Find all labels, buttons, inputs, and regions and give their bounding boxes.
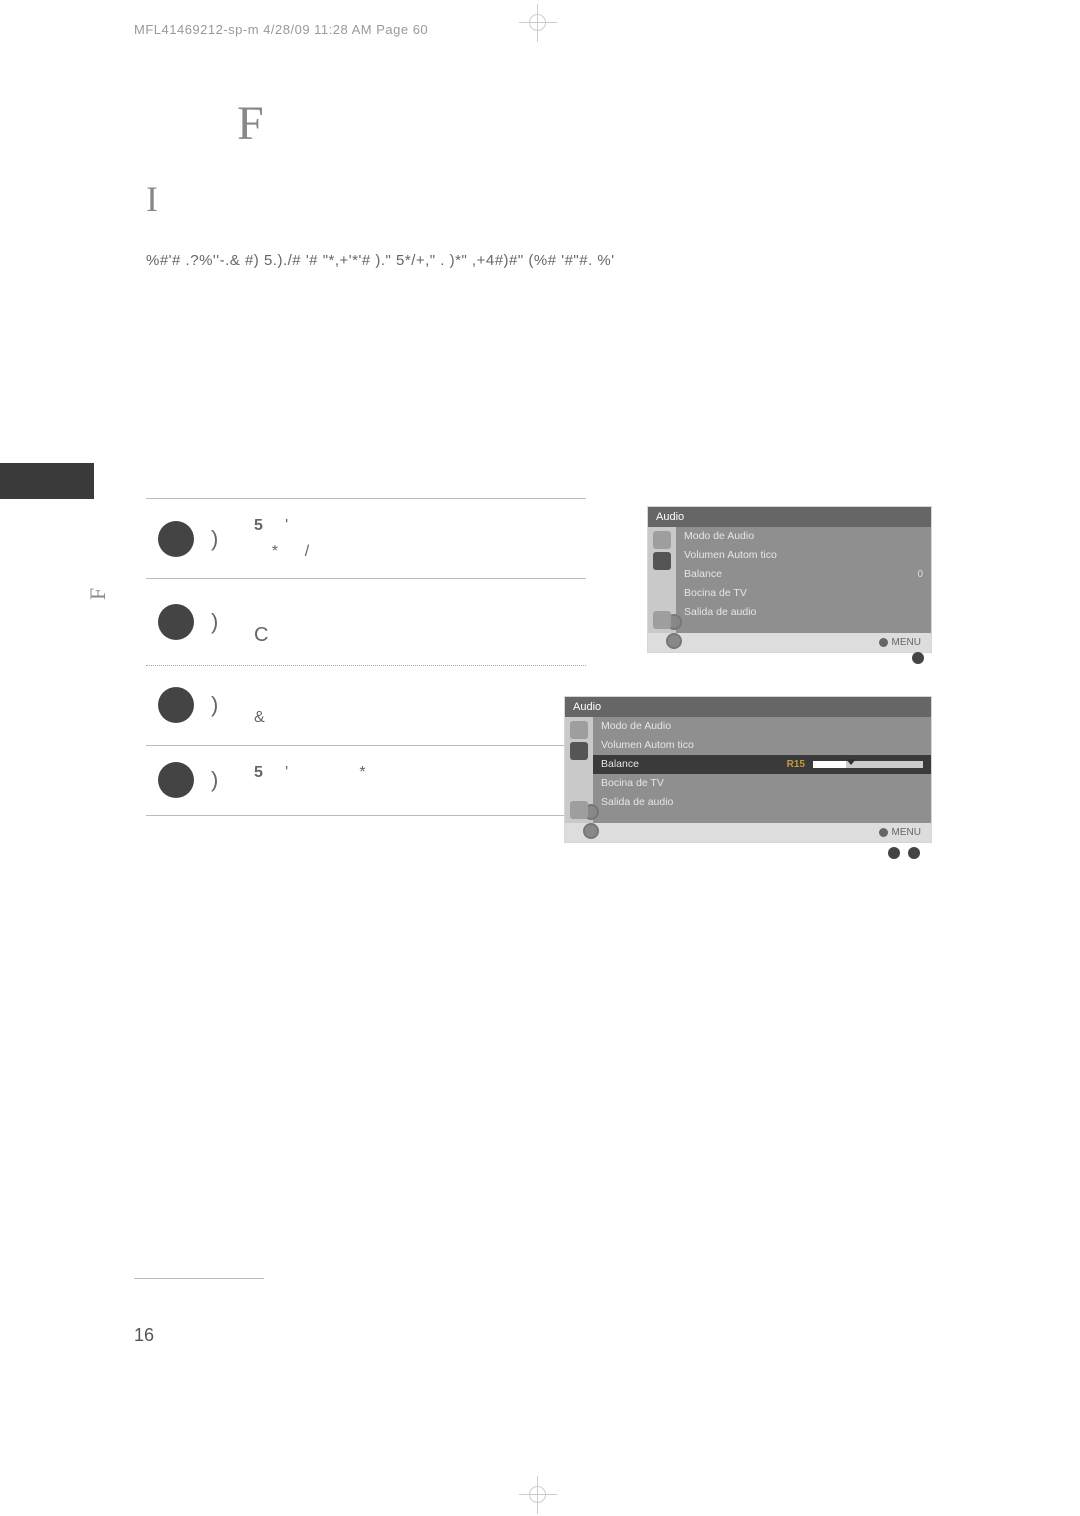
step-paren: ) xyxy=(211,526,218,552)
step-bullet xyxy=(158,521,194,557)
osd1-footer: MENU xyxy=(648,633,931,652)
step-1: ) 5 ' * / xyxy=(146,498,586,579)
step-1-frag-a: 5 xyxy=(254,517,263,534)
callout-dots-2 xyxy=(888,847,920,859)
registration-mark-top xyxy=(519,4,557,42)
osd2-row-label: Modo de Audio xyxy=(601,719,671,734)
osd2-footer-text: MENU xyxy=(892,827,921,838)
osd2-row-label: Salida de audio xyxy=(601,795,673,810)
step-3-frag: & xyxy=(254,709,265,726)
step-paren: ) xyxy=(211,609,218,635)
osd2-row-balance-selected[interactable]: Balance R15 xyxy=(593,755,931,774)
step-4: ) 5 ' * xyxy=(146,746,586,816)
osd2-row-modo[interactable]: Modo de Audio xyxy=(593,717,931,736)
steps-list: ) 5 ' * / ) C ) & ) 5 ' * xyxy=(146,498,586,816)
step-4-frag-a: 5 xyxy=(254,764,263,781)
image-icon xyxy=(653,531,671,549)
audio-icon xyxy=(653,552,671,570)
step-2: ) C xyxy=(146,579,586,666)
osd1-row-bocina[interactable]: Bocina de TV xyxy=(676,584,931,603)
section-letter-sub: I xyxy=(146,178,158,220)
step-1-frag-c: * xyxy=(272,543,278,560)
step-4-frag-b: ' xyxy=(285,764,288,781)
osd1-row-modo[interactable]: Modo de Audio xyxy=(676,527,931,546)
osd2-title: Audio xyxy=(565,697,931,717)
osd2-list: Modo de Audio Volumen Autom tico Balance… xyxy=(593,717,931,823)
osd2-row-volauto[interactable]: Volumen Autom tico xyxy=(593,736,931,755)
step-bullet xyxy=(158,762,194,798)
step-bullet xyxy=(158,687,194,723)
osd2-row-label: Balance xyxy=(601,757,639,772)
osd1-row-label: Salida de audio xyxy=(684,605,756,620)
osd1-footer-text: MENU xyxy=(892,637,921,648)
balance-slider[interactable] xyxy=(813,761,923,768)
osd-panel-1: Audio Modo de Audio Volumen Autom tico B… xyxy=(647,506,932,653)
step-2-frag: C xyxy=(254,624,268,646)
osd2-row-label: Volumen Autom tico xyxy=(601,738,694,753)
option-icon xyxy=(666,633,682,649)
option-icon xyxy=(583,823,599,839)
osd2-row-value: R15 xyxy=(787,759,805,770)
osd2-row-label: Bocina de TV xyxy=(601,776,664,791)
osd2-footer: MENU xyxy=(565,823,931,842)
audio-icon xyxy=(570,742,588,760)
osd2-row-bocina[interactable]: Bocina de TV xyxy=(593,774,931,793)
osd2-row-salida[interactable]: Salida de audio xyxy=(593,793,931,812)
step-1-frag-b: ' xyxy=(285,517,288,534)
osd1-title: Audio xyxy=(648,507,931,527)
osd1-row-label: Modo de Audio xyxy=(684,529,754,544)
thumb-tab xyxy=(0,463,94,499)
osd1-row-volauto[interactable]: Volumen Autom tico xyxy=(676,546,931,565)
enter-icon xyxy=(879,828,888,837)
callout-dot-1 xyxy=(912,652,924,664)
footnote-rule xyxy=(134,1278,264,1279)
osd1-row-balance[interactable]: Balance 0 xyxy=(676,565,931,584)
step-1-frag-d: / xyxy=(305,539,309,565)
page-number: 16 xyxy=(134,1325,154,1346)
osd-panel-2: Audio Modo de Audio Volumen Autom tico B… xyxy=(564,696,932,843)
osd1-row-label: Volumen Autom tico xyxy=(684,548,777,563)
step-bullet xyxy=(158,604,194,640)
lock-icon xyxy=(653,611,671,629)
registration-mark-bottom xyxy=(519,1476,557,1514)
osd2-icon-strip xyxy=(565,717,593,823)
side-section-letter: F xyxy=(85,588,111,600)
step-3: ) & xyxy=(146,666,586,746)
image-icon xyxy=(570,721,588,739)
osd1-list: Modo de Audio Volumen Autom tico Balance… xyxy=(676,527,931,633)
intro-text: %#'# .?%''-.& #) 5.)./# '# "*,+'*'# )." … xyxy=(146,252,615,269)
osd1-row-label: Balance xyxy=(684,567,722,582)
osd1-row-value: 0 xyxy=(917,567,923,582)
step-paren: ) xyxy=(211,692,218,718)
osd1-row-label: Bocina de TV xyxy=(684,586,747,601)
osd1-icon-strip xyxy=(648,527,676,633)
print-header: MFL41469212-sp-m 4/28/09 11:28 AM Page 6… xyxy=(134,22,428,37)
osd1-row-salida[interactable]: Salida de audio xyxy=(676,603,931,622)
section-letter-large: F xyxy=(237,96,264,151)
enter-icon xyxy=(879,638,888,647)
step-4-frag-c: * xyxy=(359,764,365,781)
lock-icon xyxy=(570,801,588,819)
step-paren: ) xyxy=(211,767,218,793)
